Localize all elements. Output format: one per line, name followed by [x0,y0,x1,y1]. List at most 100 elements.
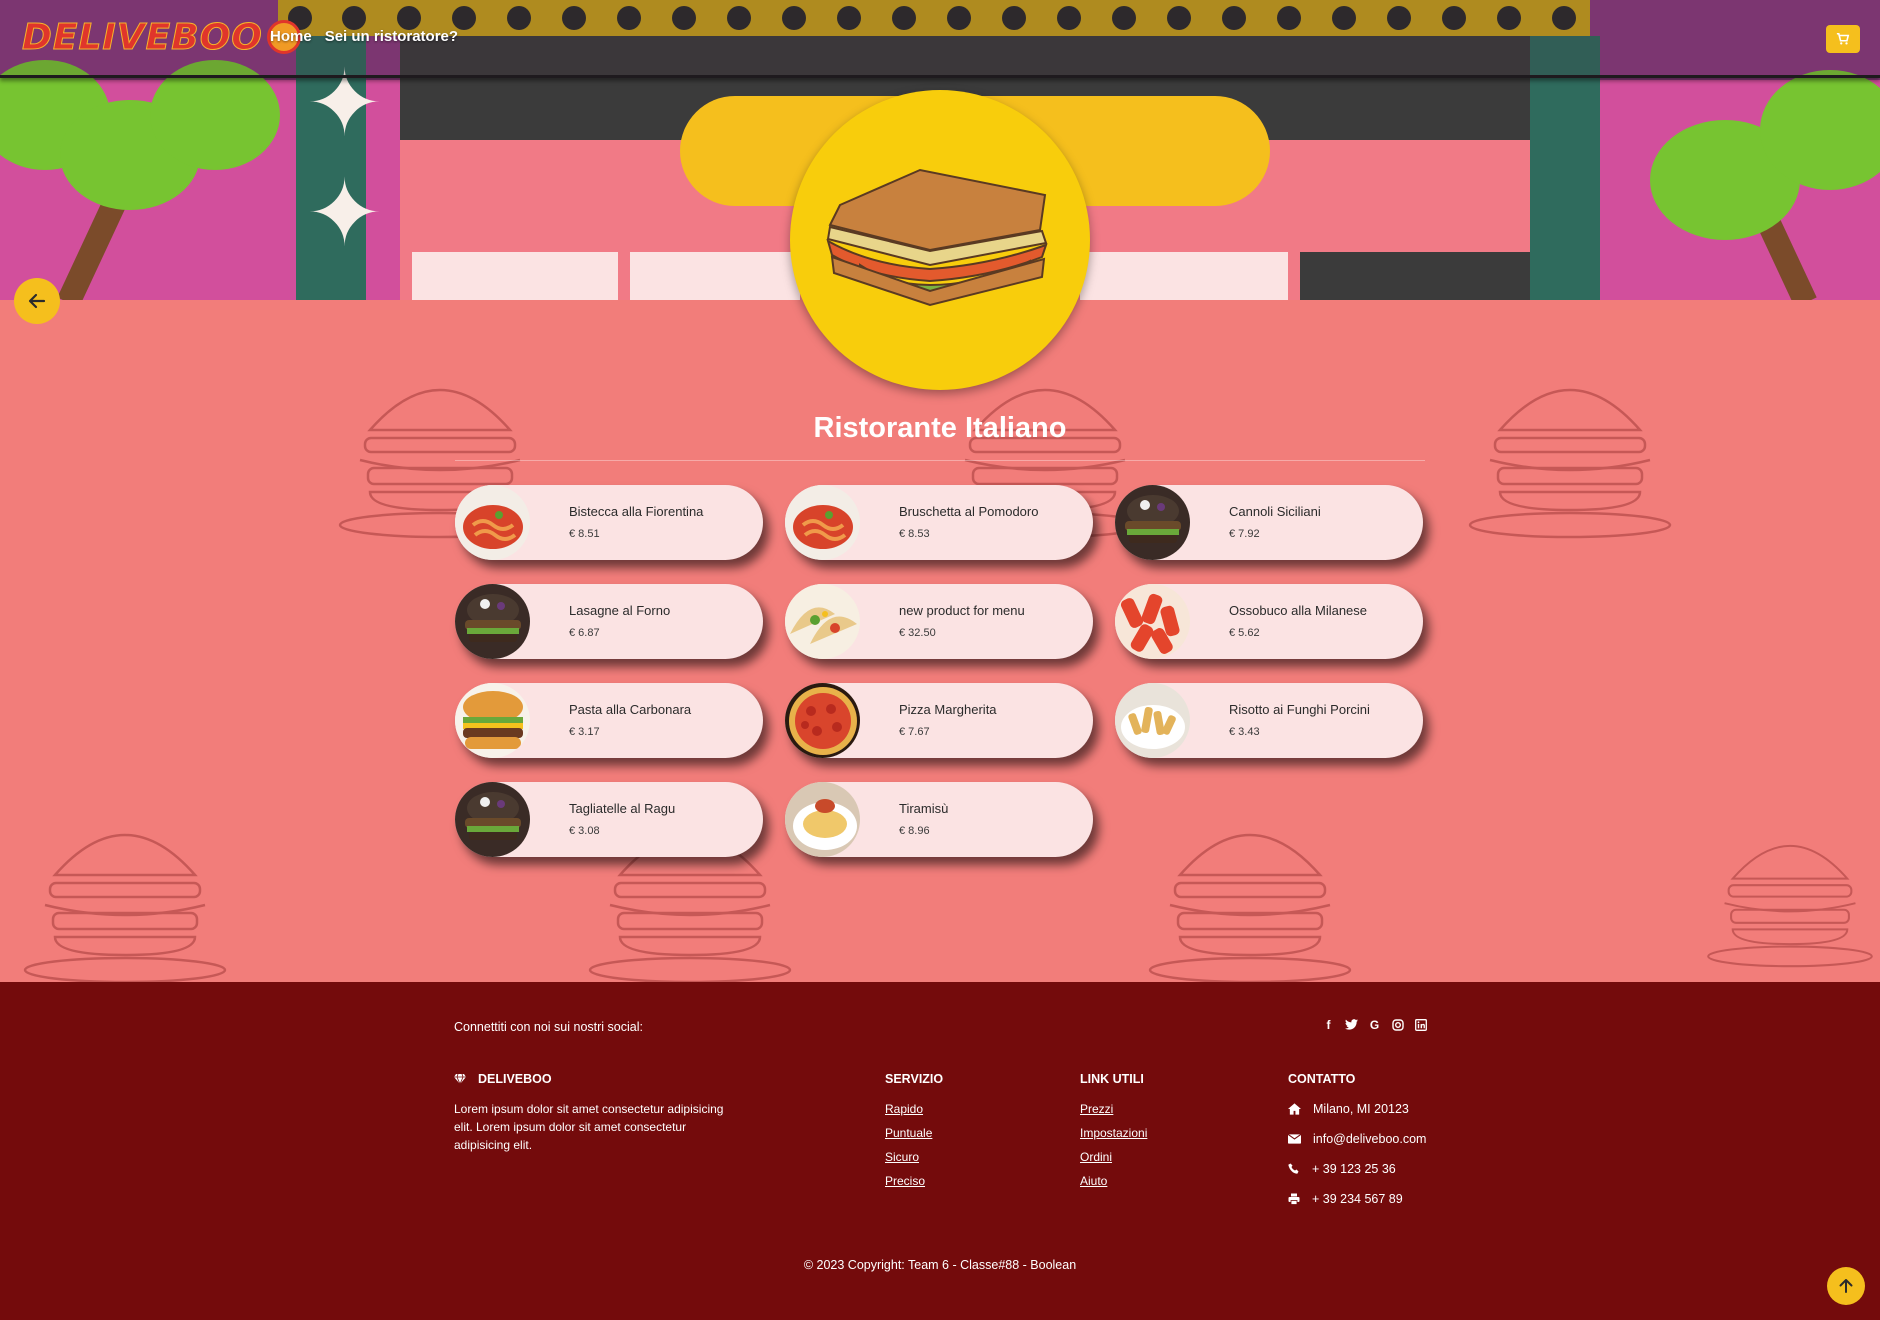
social-icons: f G [1322,1018,1427,1032]
burger-image [455,782,530,857]
hero-window [412,252,618,300]
linkedin-icon[interactable] [1414,1018,1427,1031]
star-icon: ✦ [306,163,384,265]
pasta-image [455,485,530,560]
gem-icon [454,1074,466,1084]
menu-item-name: Risotto ai Funghi Porcini [1229,702,1370,717]
envelope-icon [1288,1134,1301,1144]
link-utili-title: LINK UTILI [1080,1072,1144,1086]
nav-links: Home Sei un ristoratore? [270,28,458,45]
menu-item-card[interactable]: Bistecca alla Fiorentina € 8.51 [455,485,763,560]
printer-icon [1288,1193,1300,1205]
menu-grid: Bistecca alla Fiorentina € 8.51 Bruschetta… [455,485,1425,857]
menu-item-card[interactable]: Tagliatelle al Ragu € 3.08 [455,782,763,857]
divider [455,460,1425,461]
contact-address-text: Milano, MI 20123 [1313,1102,1409,1116]
menu-item-name: Ossobuco alla Milanese [1229,603,1368,618]
navbar: DELIVEBOO Home Sei un ristoratore? [0,0,1880,78]
menu-item-price: € 8.53 [899,528,930,540]
menu-item-price: € 8.51 [569,528,600,540]
menu-item-name: Tagliatelle al Ragu [569,801,676,816]
scroll-top-button[interactable] [1827,1267,1865,1305]
menu-item-card[interactable]: Bruschetta al Pomodoro € 8.53 [785,485,1093,560]
menu-item-price: € 8.96 [899,825,930,837]
contact-fax-text: + 39 234 567 89 [1312,1192,1403,1206]
instagram-icon[interactable] [1391,1018,1404,1031]
menu-item-price: € 7.67 [899,726,930,738]
footer-link-ordini[interactable]: Ordini [1080,1148,1147,1166]
google-icon[interactable]: G [1368,1018,1381,1032]
cart-button[interactable] [1826,25,1860,53]
menu-item-name: Lasagne al Forno [569,603,671,618]
contact-address: Milano, MI 20123 [1288,1100,1426,1118]
sandwich-icon [826,168,1048,307]
footer: Connettiti con noi sui nostri social: f … [0,982,1880,1320]
footer-link-prezzi[interactable]: Prezzi [1080,1100,1147,1118]
servizio-title: SERVIZIO [885,1072,944,1086]
hero-shop-door [1300,252,1530,300]
pasta-image [785,485,860,560]
facebook-icon[interactable]: f [1322,1018,1335,1032]
nav-link-ristoratore[interactable]: Sei un ristoratore? [325,28,458,45]
burger-image [1115,485,1190,560]
menu-item-name: Bruschetta al Pomodoro [899,504,1039,519]
logo[interactable]: DELIVEBOO [22,16,301,58]
cheeseburger-image [455,683,530,758]
menu-item-card[interactable]: Cannoli Siciliani € 7.92 [1115,485,1423,560]
contact-list: Milano, MI 20123 info@deliveboo.com + 39… [1288,1100,1426,1208]
contact-email: info@deliveboo.com [1288,1130,1426,1148]
contact-fax: + 39 234 567 89 [1288,1190,1426,1208]
footer-link-aiuto[interactable]: Aiuto [1080,1172,1147,1190]
footer-brand-title: DELIVEBOO [478,1072,552,1086]
menu-item-card[interactable]: Ossobuco alla Milanese € 5.62 [1115,584,1423,659]
menu-item-price: € 6.87 [569,627,600,639]
menu-item-card[interactable]: Pizza Margherita € 7.67 [785,683,1093,758]
burger-outline-icon [1468,388,1672,539]
dessert-image [785,782,860,857]
fries-image [1115,683,1190,758]
link-utili-links: Prezzi Impostazioni Ordini Aiuto [1080,1100,1147,1190]
burger-image [455,584,530,659]
menu-item-card[interactable]: Pasta alla Carbonara € 3.17 [455,683,763,758]
menu-item-card[interactable]: Lasagne al Forno € 6.87 [455,584,763,659]
burger-outline-icon [1707,845,1873,968]
nav-link-home[interactable]: Home [270,28,312,45]
footer-link-puntuale[interactable]: Puntuale [885,1124,932,1142]
social-text: Connettiti con noi sui nostri social: [454,1020,643,1034]
menu-item-name: Cannoli Siciliani [1229,504,1321,519]
arrow-left-icon [28,293,46,309]
tacos-image [785,584,860,659]
penne-image [1115,584,1190,659]
menu-item-name: Pizza Margherita [899,702,997,717]
contact-phone-text: + 39 123 25 36 [1312,1162,1396,1176]
logo-text: DELIVEBOO [22,16,263,58]
footer-brand: DELIVEBOO [454,1072,552,1086]
menu-item-name: new product for menu [899,603,1025,618]
restaurant-avatar [790,90,1090,390]
contatto-title: CONTATTO [1288,1072,1356,1086]
menu-item-name: Pasta alla Carbonara [569,702,692,717]
burger-outline-icon [23,833,227,984]
menu-item-name: Bistecca alla Fiorentina [569,504,704,519]
menu-item-price: € 3.17 [569,726,600,738]
servizio-links: Rapido Puntuale Sicuro Preciso [885,1100,932,1190]
menu-item-price: € 32.50 [899,627,936,639]
menu-item-price: € 3.08 [569,825,600,837]
footer-link-impostazioni[interactable]: Impostazioni [1080,1124,1147,1142]
footer-link-preciso[interactable]: Preciso [885,1172,932,1190]
menu-item-name: Tiramisù [899,801,949,816]
copyright: © 2023 Copyright: Team 6 - Classe#88 - B… [803,1258,1077,1272]
home-icon [1288,1103,1301,1115]
menu-item-price: € 3.43 [1229,726,1260,738]
back-button[interactable] [14,278,60,324]
footer-brand-text: Lorem ipsum dolor sit amet consectetur a… [454,1102,724,1152]
cart-icon [1836,32,1850,45]
menu-item-card[interactable]: Tiramisù € 8.96 [785,782,1093,857]
menu-item-card[interactable]: new product for menu € 32.50 [785,584,1093,659]
footer-link-sicuro[interactable]: Sicuro [885,1148,932,1166]
menu-item-card[interactable]: Risotto ai Funghi Porcini € 3.43 [1115,683,1423,758]
footer-link-rapido[interactable]: Rapido [885,1100,932,1118]
hero-window [630,252,800,300]
twitter-icon[interactable] [1345,1018,1358,1031]
pizza-image [785,683,860,758]
